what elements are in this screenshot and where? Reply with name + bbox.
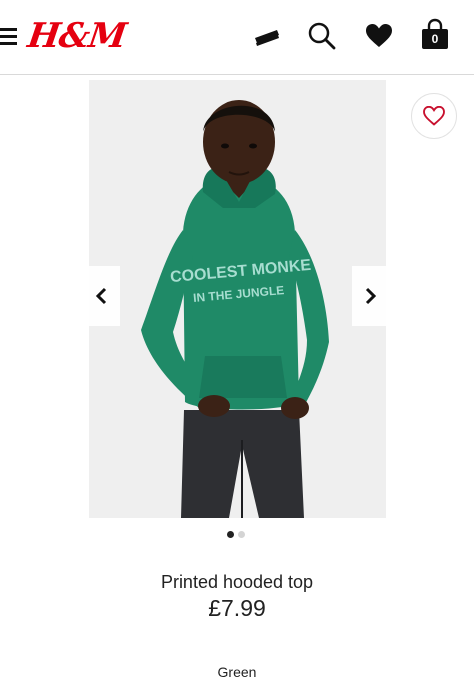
heart-outline-icon [423, 106, 445, 126]
menu-icon[interactable] [0, 26, 18, 46]
product-title: Printed hooded top [160, 572, 314, 592]
shopping-bag-icon[interactable]: 0 [417, 18, 453, 54]
product-price: £7.99 [208, 595, 266, 621]
heart-icon[interactable] [361, 18, 397, 54]
carousel-indicator [227, 531, 245, 539]
next-image-button[interactable] [352, 266, 388, 326]
top-nav-bar: H&M 0 [0, 0, 474, 75]
product-photo: COOLEST MONKE IN THE JUNGLE [89, 80, 386, 518]
chevron-left-icon [95, 287, 107, 305]
add-to-favourites-button[interactable] [411, 93, 457, 139]
bag-count-badge: 0 [431, 32, 439, 46]
carousel-dot[interactable] [238, 531, 245, 538]
search-icon[interactable] [304, 18, 340, 54]
membership-card-icon[interactable] [249, 18, 285, 54]
brand-logo[interactable]: H&M [25, 16, 128, 56]
product-color-label: Green [217, 664, 257, 680]
previous-image-button[interactable] [84, 266, 120, 326]
carousel-dot-active[interactable] [227, 531, 234, 538]
product-image-gallery[interactable]: COOLEST MONKE IN THE JUNGLE [89, 80, 386, 518]
chevron-right-icon [365, 287, 377, 305]
